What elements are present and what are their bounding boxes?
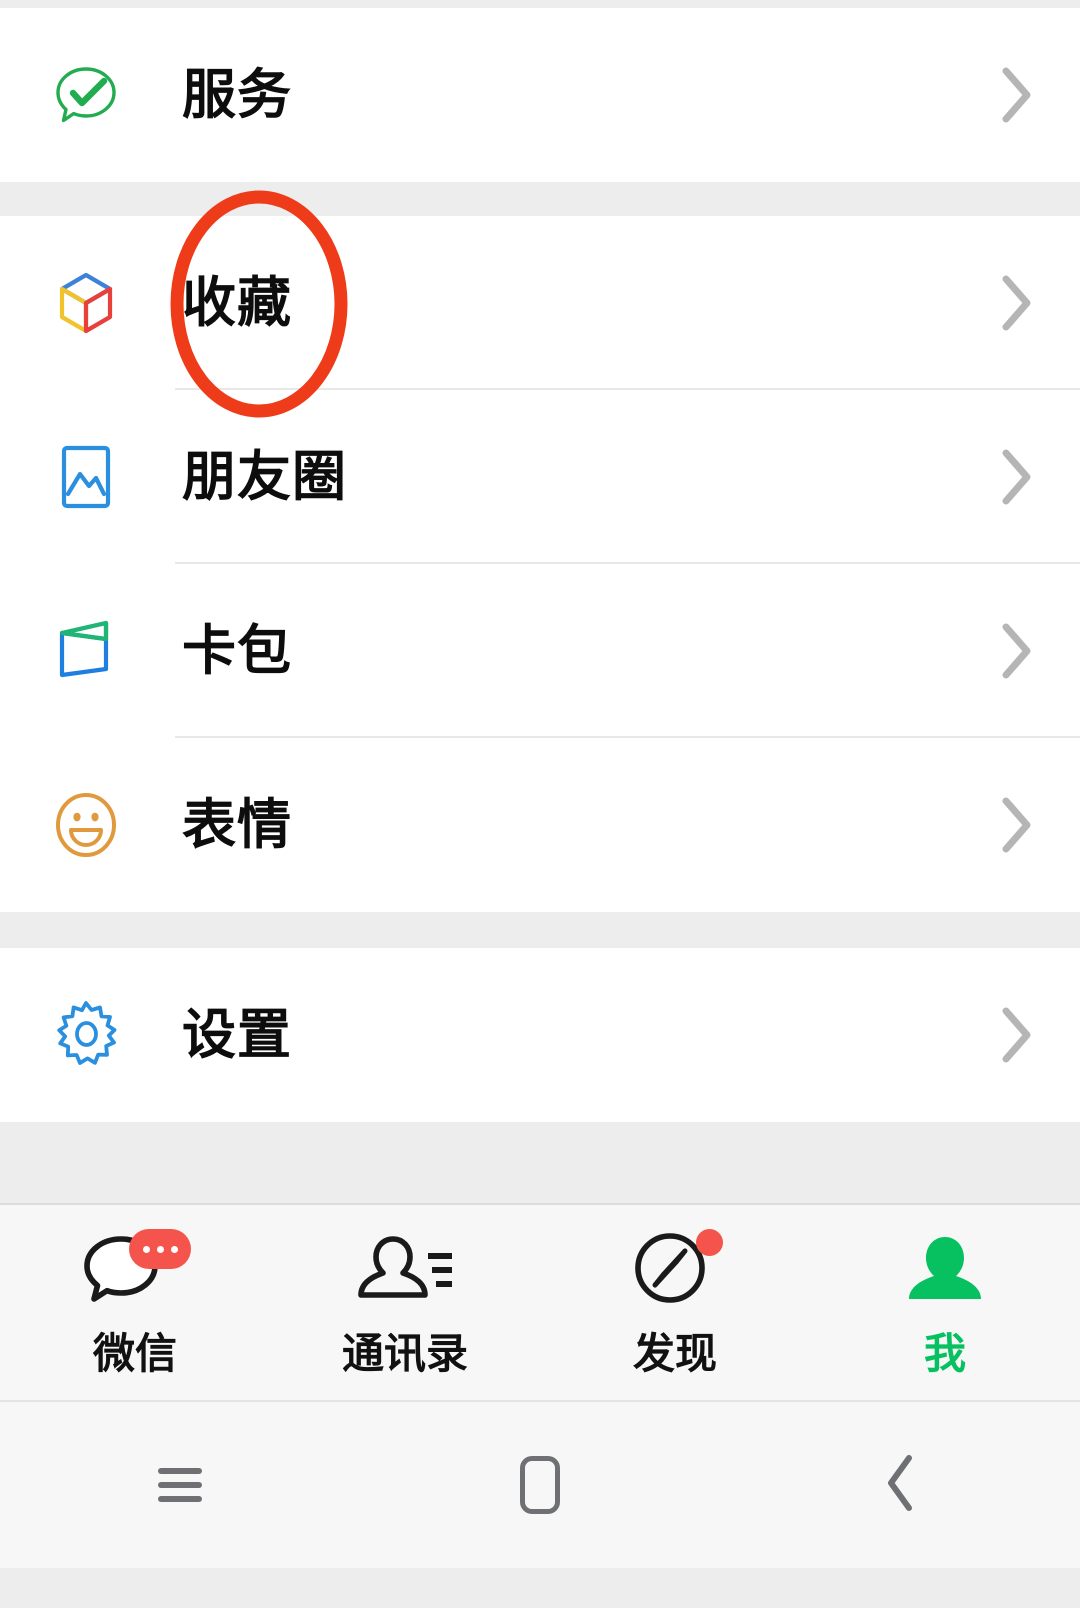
menu-row-settings[interactable]: 设置	[0, 948, 1080, 1122]
chevron-right-icon	[1000, 622, 1034, 680]
menu-row-cards-offers[interactable]: 卡包	[0, 564, 1080, 738]
menu-label-favorites: 收藏	[182, 273, 292, 333]
chevron-back-icon	[882, 1452, 918, 1519]
chevron-right-icon	[1000, 1006, 1034, 1064]
tab-label-contacts: 通讯录	[341, 1330, 468, 1377]
personal-section: 收藏 朋友圈 卡包 表情	[0, 216, 1080, 912]
menu-label-services: 服务	[182, 65, 292, 125]
tab-chats[interactable]: 微信	[0, 1227, 270, 1375]
menu-row-stickers[interactable]: 表情	[0, 738, 1080, 912]
nav-recents-button[interactable]	[0, 1402, 360, 1568]
section-gap-2	[0, 912, 1080, 948]
chat-bubble-icon	[83, 1227, 191, 1323]
person-filled-icon	[893, 1227, 997, 1323]
chevron-right-icon	[1000, 66, 1034, 124]
contacts-person-icon	[353, 1227, 457, 1323]
tab-contacts[interactable]: 通讯录	[270, 1227, 540, 1375]
unread-dots-badge	[129, 1229, 191, 1269]
services-section: 服务	[0, 8, 1080, 182]
menu-label-settings: 设置	[182, 1005, 292, 1065]
menu-row-moments[interactable]: 朋友圈	[0, 390, 1080, 564]
tab-label-discover: 发现	[632, 1330, 717, 1377]
photo-moments-icon	[48, 439, 124, 515]
smiley-stickers-icon	[48, 787, 124, 863]
menu-label-stickers: 表情	[182, 795, 292, 855]
tab-label-me: 我	[923, 1330, 966, 1377]
gear-settings-icon	[48, 997, 124, 1073]
menu-label-cards-offers: 卡包	[182, 621, 292, 681]
content-bottom-gap	[0, 1122, 1080, 1203]
compass-icon	[623, 1227, 727, 1323]
hamburger-recents-icon	[158, 1460, 202, 1510]
chevron-right-icon	[1000, 796, 1034, 854]
menu-row-services[interactable]: 服务	[0, 8, 1080, 182]
tab-discover[interactable]: 发现	[540, 1227, 810, 1375]
tab-label-chats: 微信	[92, 1330, 177, 1377]
menu-row-favorites[interactable]: 收藏	[0, 216, 1080, 390]
unread-dot-badge	[696, 1229, 723, 1256]
section-gap-1	[0, 182, 1080, 216]
service-checkmark-icon	[48, 57, 124, 133]
cube-favorites-icon	[48, 265, 124, 341]
settings-section: 设置	[0, 948, 1080, 1122]
chevron-right-icon	[1000, 448, 1034, 506]
android-navigation-bar	[0, 1400, 1080, 1568]
wallet-cards-icon	[48, 613, 124, 689]
chevron-right-icon	[1000, 274, 1034, 332]
menu-label-moments: 朋友圈	[182, 447, 347, 507]
nav-back-button[interactable]	[720, 1402, 1080, 1568]
status-gap-top	[0, 0, 1080, 8]
wechat-me-screen: 服务 收藏 朋友圈 卡包 表情 设置 微信 通讯录 发现 我	[0, 0, 1080, 1608]
nav-home-button[interactable]	[360, 1402, 720, 1568]
square-home-icon	[520, 1456, 560, 1514]
tab-me[interactable]: 我	[810, 1227, 1080, 1375]
bottom-tabbar: 微信 通讯录 发现 我	[0, 1203, 1080, 1400]
